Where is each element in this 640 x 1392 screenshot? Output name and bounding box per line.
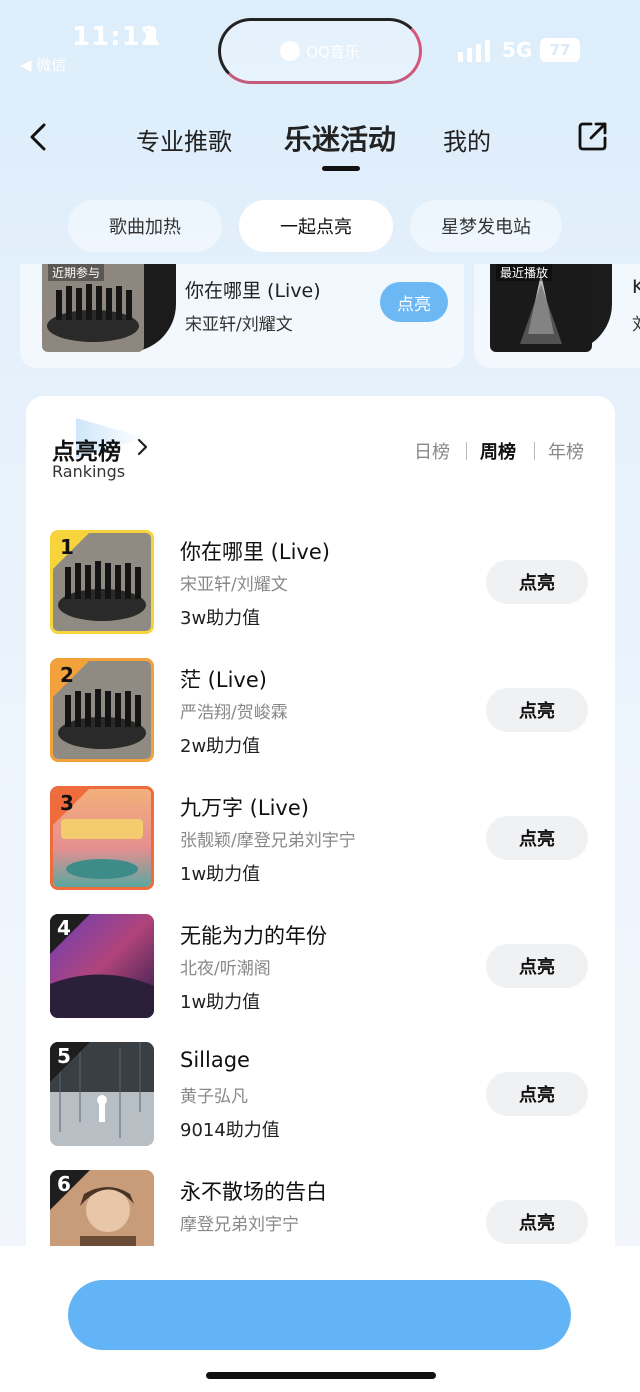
share-icon[interactable] (577, 120, 609, 152)
rank-number: 2 (60, 663, 74, 687)
ranking-row[interactable]: 2 茫 (Live) 严浩翔/贺峻霖 2w助力值 点亮 (50, 658, 590, 762)
light-up-button[interactable]: 点亮 (486, 560, 588, 604)
light-up-button[interactable]: 点亮 (486, 1072, 588, 1116)
song-artist: 张靓颖/摩登兄弟刘宇宁 (180, 831, 356, 851)
ranking-row[interactable]: 3 九万字 (Live) 张靓颖/摩登兄弟刘宇宁 1w助力值 点亮 (50, 786, 590, 890)
song-artist: 宋亚轩/刘耀文 (180, 575, 288, 595)
rankings-title[interactable]: 点亮榜 (52, 432, 121, 466)
ranking-row[interactable]: 1 你在哪里 (Live) 宋亚轩/刘耀文 3w助力值 点亮 (50, 530, 590, 634)
signal-icon (458, 40, 490, 62)
period-divider (466, 442, 467, 460)
status-bar: 11:12 ◀ 微信 QQ音乐 5G 77 (0, 0, 640, 90)
album-cover: 4 (50, 914, 154, 1018)
light-up-button[interactable]: 点亮 (486, 944, 588, 988)
recent-carousel: 近期参与 你在哪里 (Live) 宋亚轩/刘耀文 点亮 最近播放 K 刘 (0, 264, 640, 368)
tab-fan-activities[interactable]: 乐迷活动 (284, 118, 396, 158)
song-points: 1w助力值 (180, 992, 261, 1013)
primary-action-button[interactable] (68, 1280, 571, 1350)
song-title: 永不散场的告白 (180, 1180, 327, 1204)
song-title: Sillage (180, 1048, 250, 1072)
light-up-button[interactable]: 点亮 (486, 688, 588, 732)
song-title: 你在哪里 (Live) (180, 540, 330, 564)
ranking-row[interactable]: 5 Sillage 黄子弘凡 9014助力值 点亮 (50, 1042, 590, 1146)
rank-number: 6 (57, 1172, 71, 1196)
carousel-song-title: 你在哪里 (Live) (185, 280, 321, 302)
rank-number: 3 (60, 791, 74, 815)
tab-mine[interactable]: 我的 (443, 122, 491, 157)
rank-number: 4 (57, 916, 71, 940)
song-points: 9014助力值 (180, 1120, 280, 1141)
recent-song-card[interactable]: 近期参与 你在哪里 (Live) 宋亚轩/刘耀文 点亮 (20, 264, 464, 368)
recent-played-tag: 最近播放 (496, 264, 553, 281)
song-title: 九万字 (Live) (180, 796, 309, 820)
period-yearly[interactable]: 年榜 (548, 438, 584, 464)
song-artist: 摩登兄弟刘宇宁 (180, 1215, 299, 1235)
rankings-subtitle: Rankings (52, 462, 126, 481)
top-nav: 专业推歌 乐迷活动 我的 (0, 108, 640, 178)
network-type: 5G (502, 38, 533, 62)
pill-star-dream-station[interactable]: 星梦发电站 (410, 200, 562, 252)
song-title: 茫 (Live) (180, 668, 267, 692)
sub-tab-pills: 歌曲加热 一起点亮 星梦发电站 (0, 200, 640, 252)
recent-played-card[interactable]: 最近播放 K 刘 (474, 264, 640, 368)
song-artist: 严浩翔/贺峻霖 (180, 703, 288, 723)
period-divider (534, 442, 535, 460)
song-artist: 黄子弘凡 (180, 1087, 248, 1107)
back-to-app-link[interactable]: ◀ 微信 (20, 54, 66, 75)
light-up-button[interactable]: 点亮 (486, 1200, 588, 1244)
rank-number: 1 (60, 535, 74, 559)
ranking-row[interactable]: 4 无能为力的年份 北夜/听潮阁 1w助力值 点亮 (50, 914, 590, 1018)
tab-pro-promotion[interactable]: 专业推歌 (136, 122, 232, 157)
song-points: 1w助力值 (180, 864, 261, 885)
pill-song-heating[interactable]: 歌曲加热 (68, 200, 222, 252)
pill-light-up-together[interactable]: 一起点亮 (239, 200, 393, 252)
carousel2-song-artist: 刘 (632, 310, 640, 335)
bottom-action-bar (0, 1246, 640, 1392)
bell-mute-icon (142, 28, 160, 46)
active-tab-indicator (322, 166, 360, 171)
song-artist: 北夜/听潮阁 (180, 959, 271, 979)
album-cover: 3 (50, 786, 154, 890)
dynamic-island[interactable]: QQ音乐 (218, 18, 422, 84)
island-text: QQ音乐 (306, 42, 360, 61)
battery-indicator: 77 (540, 38, 580, 62)
rankings-panel: 点亮榜 Rankings 日榜 周榜 年榜 1 你在哪里 (Live) 宋亚轩/… (26, 396, 615, 1296)
carousel-song-artist: 宋亚轩/刘耀文 (185, 315, 293, 335)
recent-tag: 近期参与 (48, 264, 105, 281)
song-points: 2w助力值 (180, 736, 261, 757)
home-indicator[interactable] (206, 1372, 436, 1379)
chevron-left-icon[interactable] (26, 122, 50, 152)
album-cover: 5 (50, 1042, 154, 1146)
album-cover: 1 (50, 530, 154, 634)
period-weekly[interactable]: 周榜 (480, 438, 516, 464)
light-up-button[interactable]: 点亮 (486, 816, 588, 860)
song-points: 3w助力值 (180, 608, 261, 629)
chevron-right-icon[interactable] (136, 438, 148, 456)
carousel2-song-title: K (632, 276, 640, 298)
rank-number: 5 (57, 1044, 71, 1068)
period-daily[interactable]: 日榜 (414, 438, 450, 464)
album-cover: 2 (50, 658, 154, 762)
song-title: 无能为力的年份 (180, 924, 327, 948)
qq-music-logo-icon (280, 41, 301, 61)
carousel-light-button[interactable]: 点亮 (380, 282, 448, 322)
album-cover: 近期参与 (42, 264, 144, 352)
album-cover: 最近播放 (490, 264, 592, 352)
